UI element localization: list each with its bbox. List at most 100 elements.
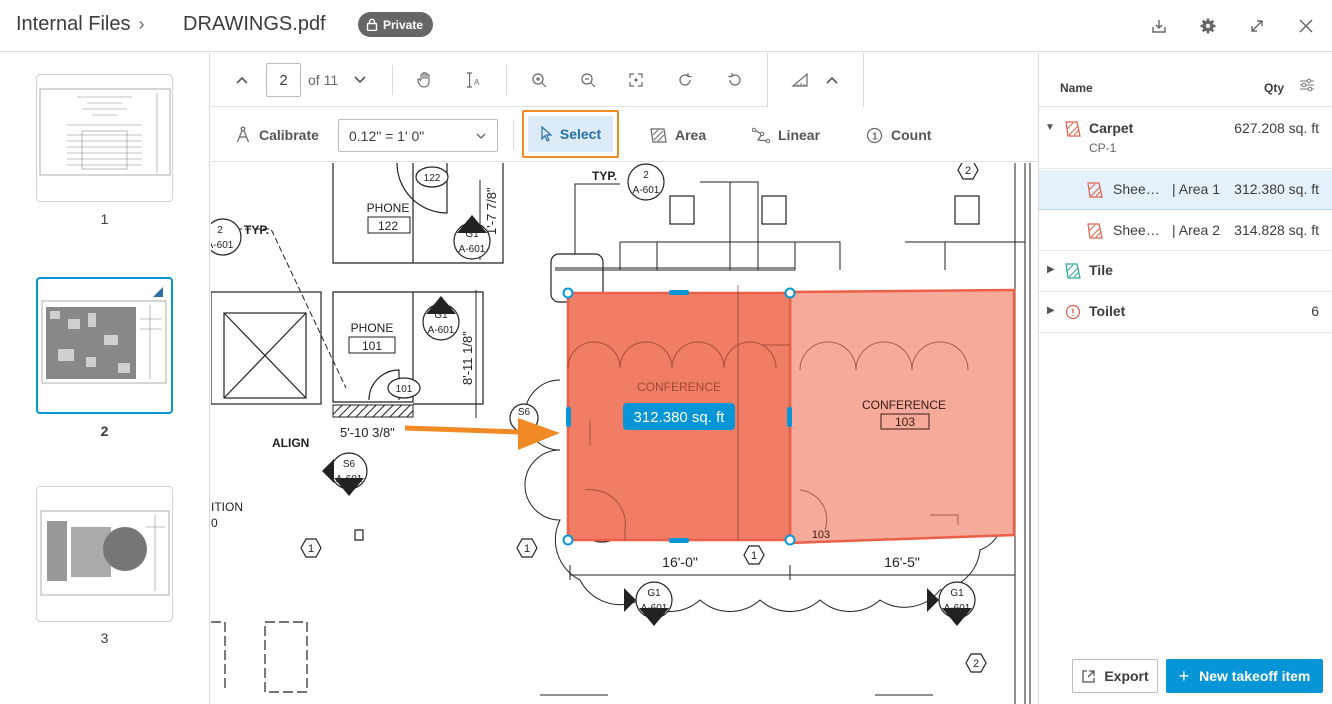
- takeoff-item-qty: 627.208 sq. ft: [1234, 120, 1319, 136]
- sheet-name: Shee…: [1113, 222, 1160, 238]
- page-thumbnail-3[interactable]: [36, 486, 173, 622]
- rotate-clockwise-icon[interactable]: [672, 67, 698, 93]
- next-page-icon[interactable]: [347, 67, 373, 93]
- caret-right-icon[interactable]: ▶: [1047, 305, 1055, 316]
- measure-ruler-icon[interactable]: [787, 67, 813, 93]
- column-header-qty: Qty: [1264, 81, 1285, 95]
- takeoff-item-tile[interactable]: ▶ Tile: [1039, 252, 1332, 292]
- bubble-text: G1: [647, 588, 661, 599]
- calibrate-label: Calibrate: [259, 127, 319, 143]
- fit-to-page-icon[interactable]: [623, 67, 649, 93]
- bubble-text: A-601: [211, 240, 234, 251]
- page-thumbnail-label: 1: [100, 211, 109, 227]
- polyline-icon: [752, 127, 770, 143]
- export-label: Export: [1104, 668, 1149, 684]
- plus-icon: +: [1178, 665, 1190, 686]
- takeoff-item-toilet[interactable]: ▶ Toilet 6: [1039, 293, 1332, 333]
- room-label: PHONE: [367, 201, 410, 215]
- page-thumbnail-label: 2: [100, 423, 109, 439]
- takeoff-panel: Name Qty ▼ Carpet 627.208 sq. ft CP-1 Sh…: [1038, 53, 1332, 704]
- arrow-head-icon: [518, 418, 560, 450]
- text-select-icon[interactable]: A: [460, 67, 486, 93]
- takeoff-item-qty: 6: [1311, 303, 1319, 319]
- area-hatch-icon: [1065, 121, 1081, 137]
- room-number: 101: [362, 339, 382, 353]
- caret-right-icon[interactable]: ▶: [1047, 264, 1055, 275]
- chevron-down-icon: [476, 133, 486, 139]
- bubble-text: A-601: [336, 474, 363, 485]
- linear-label: Linear: [778, 127, 821, 143]
- collapse-toolbar-icon[interactable]: [819, 67, 845, 93]
- page-count: of 11: [308, 72, 339, 88]
- thumbnail-preview: [39, 88, 171, 176]
- breadcrumb[interactable]: Internal Files ›: [16, 13, 145, 36]
- linear-tool-button[interactable]: Linear: [752, 108, 820, 162]
- lock-icon: [366, 18, 378, 31]
- typ-label: TYP.: [592, 169, 617, 183]
- takeoff-item-name: Tile: [1089, 262, 1113, 278]
- hex-tag: 1: [751, 550, 757, 562]
- zoom-in-icon[interactable]: [526, 67, 552, 93]
- takeoff-item-name: Carpet: [1089, 120, 1134, 136]
- expand-icon[interactable]: [1246, 15, 1268, 37]
- dimension-label: 8'-11 1/8": [460, 331, 475, 385]
- room-label: CONFERENCE: [862, 398, 946, 412]
- page-thumbnail-label: 3: [100, 630, 109, 646]
- scale-value: 0.12" = 1' 0": [349, 127, 425, 144]
- gear-icon[interactable]: [1197, 15, 1219, 37]
- export-button[interactable]: Export: [1072, 659, 1158, 693]
- scale-select[interactable]: 0.12" = 1' 0": [338, 119, 498, 152]
- drawing-canvas[interactable]: PHONE 122 PHONE 101 TYP. TYP. ALIGN 5'-1…: [211, 163, 1038, 704]
- new-takeoff-item-button[interactable]: + New takeoff item: [1166, 659, 1323, 693]
- takeoff-subitem-area-2[interactable]: Shee… | Area 2 314.828 sq. ft: [1039, 211, 1332, 251]
- bubble-text: A-601: [428, 325, 455, 336]
- page-thumbnail-1[interactable]: [36, 74, 173, 202]
- bubble-text: 122: [424, 173, 441, 184]
- bubble-text: 2: [217, 225, 223, 236]
- takeoff-item-carpet[interactable]: ▼ Carpet 627.208 sq. ft CP-1: [1039, 108, 1332, 169]
- toolbar-divider: [513, 120, 514, 150]
- privacy-badge-label: Private: [383, 17, 424, 32]
- takeoff-toggle-group: [767, 53, 864, 107]
- page-number-input[interactable]: 2: [266, 63, 301, 97]
- zoom-out-icon[interactable]: [575, 67, 601, 93]
- hex-tag: 2: [973, 658, 979, 670]
- count-tool-button[interactable]: 1 Count: [866, 108, 931, 162]
- toolbar-divider: [506, 65, 507, 95]
- bubble-text: G1: [950, 588, 964, 599]
- app-header: Internal Files › DRAWINGS.pdf Private: [0, 0, 1332, 52]
- select-tool-button[interactable]: Select: [528, 116, 613, 152]
- calibrate-button[interactable]: Calibrate: [235, 108, 319, 162]
- takeoff-subitem-area-1[interactable]: Shee… | Area 1 312.380 sq. ft: [1039, 170, 1332, 210]
- rotate-counterclockwise-icon[interactable]: [722, 67, 748, 93]
- page-thumbnail-2[interactable]: [36, 277, 173, 414]
- hex-tag: 2: [965, 165, 971, 177]
- bubble-text: G1: [465, 229, 479, 240]
- page-thumbnails: 1 2 3: [0, 53, 210, 704]
- room-label: PHONE: [351, 321, 394, 335]
- floor-plan-drawing: PHONE 122 PHONE 101 TYP. TYP. ALIGN 5'-1…: [211, 163, 1031, 704]
- area-tool-button[interactable]: Area: [650, 108, 706, 162]
- cursor-arrow-icon: [541, 126, 553, 142]
- area-name: | Area 2: [1172, 222, 1221, 238]
- dimension-label: 16'-5": [884, 554, 920, 570]
- bubble-text: A-601: [641, 603, 668, 614]
- dimension-label: 16'-0": [662, 554, 698, 570]
- area-hatch-icon: [1087, 223, 1103, 239]
- download-icon[interactable]: [1148, 15, 1170, 37]
- export-icon: [1082, 669, 1095, 683]
- area-hatch-icon: [650, 127, 667, 143]
- hex-tag: 1: [524, 543, 530, 555]
- thumbnail-preview: [41, 287, 167, 384]
- breadcrumb-folder[interactable]: Internal Files: [16, 13, 131, 36]
- takeoff-item-code: CP-1: [1089, 141, 1117, 155]
- area-hatch-icon: [1087, 182, 1103, 198]
- filter-settings-icon[interactable]: [1299, 78, 1315, 92]
- pan-hand-icon[interactable]: [412, 67, 438, 93]
- close-icon[interactable]: [1295, 15, 1317, 37]
- svg-text:A: A: [474, 78, 480, 87]
- bubble-text: A-601: [459, 244, 486, 255]
- room-number: 103: [895, 415, 915, 429]
- caret-down-icon[interactable]: ▼: [1045, 122, 1055, 133]
- previous-page-icon[interactable]: [229, 67, 255, 93]
